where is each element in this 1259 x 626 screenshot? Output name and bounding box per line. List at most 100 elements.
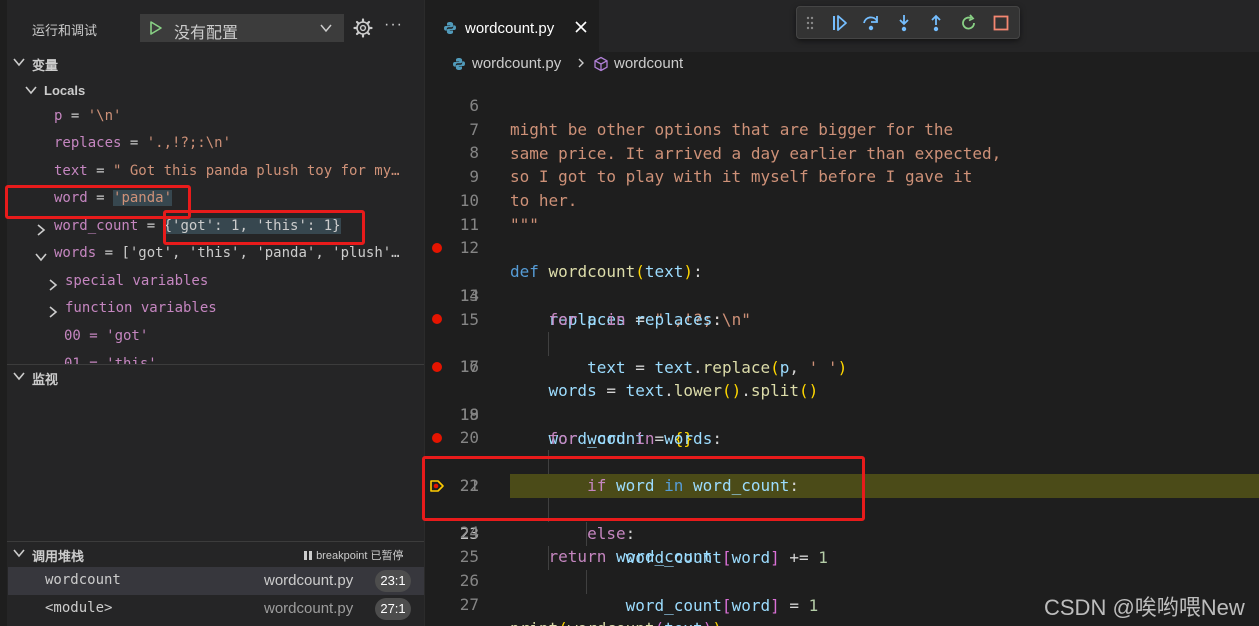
more-icon[interactable]: ···	[384, 16, 406, 38]
chevron-down-icon[interactable]	[34, 250, 48, 264]
step-out-icon[interactable]	[926, 13, 946, 33]
line-content: word_count[word] = 1	[625, 596, 819, 615]
variable-value: " Got this panda plush toy for my…	[113, 163, 400, 179]
frame-function: <module>	[45, 600, 113, 616]
list-item-00[interactable]: 00 = 'got'	[64, 328, 420, 352]
variable-row-text[interactable]: text = " Got this panda plush toy for my…	[54, 163, 420, 187]
tab-wordcount-py[interactable]: wordcount.py	[425, 0, 599, 52]
pause-icon	[304, 551, 312, 560]
chevron-right-icon[interactable]	[46, 278, 60, 292]
code-line: 25	[425, 521, 1259, 566]
watch-label: 监视	[32, 372, 59, 387]
variable-row-words[interactable]: words = ['got', 'this', 'panda', 'plush'…	[34, 245, 420, 269]
restart-icon[interactable]	[959, 13, 979, 33]
special-variables-node[interactable]: special variables	[46, 273, 420, 297]
variable-row-word[interactable]: word = 'panda'	[54, 190, 420, 214]
debug-sidebar: 运行和调试 没有配置 ··· 变量 Locals p = '\n' replac…	[0, 0, 424, 626]
code-line: 17	[425, 331, 1259, 376]
callstack-label: 调用堆栈	[32, 549, 85, 564]
chevron-down-icon	[13, 372, 25, 381]
chevron-down-icon	[13, 58, 25, 67]
chevron-right-icon[interactable]	[34, 223, 48, 237]
variable-name: word	[54, 190, 88, 206]
variable-separator: =	[87, 163, 114, 179]
breakpoint-icon[interactable]	[432, 314, 442, 324]
code-line: 19 for word in words:	[425, 379, 1259, 448]
pause-status-text: breakpoint 已暂停	[316, 550, 404, 562]
current-execution-icon[interactable]	[429, 478, 445, 494]
editor-area: wordcount.py wordcount.py wordcount 6 mi…	[425, 0, 1259, 626]
python-file-icon	[444, 22, 456, 34]
callstack-frame[interactable]: wordcount wordcount.py 23:1	[8, 567, 424, 595]
section-divider	[7, 364, 424, 365]
locals-scope[interactable]: Locals	[8, 80, 424, 102]
variable-name: replaces	[54, 135, 122, 151]
tab-bar: wordcount.py	[425, 0, 1259, 52]
breakpoint-icon[interactable]	[432, 243, 442, 253]
variables-label: 变量	[32, 58, 59, 73]
frame-file: wordcount.py	[264, 600, 354, 617]
debug-header: 运行和调试 没有配置 ···	[0, 0, 424, 56]
special-variables-label: special variables	[65, 273, 209, 289]
continue-icon[interactable]	[829, 13, 849, 33]
code-line: 11	[425, 189, 1259, 234]
play-icon[interactable]	[148, 20, 164, 36]
code-line: 22 else:	[425, 450, 1259, 543]
variable-value: '\n'	[87, 108, 122, 124]
callstack-section-header[interactable]: 调用堆栈 breakpoint 已暂停	[8, 543, 424, 565]
gear-icon[interactable]	[352, 17, 374, 39]
code-line: 9 to her.	[425, 141, 1259, 210]
code-line: 26	[425, 545, 1259, 590]
code-line: 8 so I got to play with it myself before…	[425, 117, 1259, 186]
variable-value: '.,!?;:\n'	[146, 135, 232, 151]
variable-separator: =	[87, 190, 114, 206]
code-line: 18 word_count = {}	[425, 355, 1259, 448]
section-divider	[7, 541, 424, 542]
frame-position-badge: 27:1	[375, 598, 411, 620]
breakpoint-icon[interactable]	[432, 362, 442, 372]
chevron-down-icon	[320, 24, 332, 33]
step-into-icon[interactable]	[894, 13, 914, 33]
code-line-current: 23 word_count[word] = 1	[425, 474, 1259, 615]
variable-row-replaces[interactable]: replaces = '.,!?;:\n'	[54, 135, 420, 159]
breakpoint-icon[interactable]	[432, 433, 442, 443]
code-line: 6 might be other options that are bigger…	[425, 70, 1259, 139]
function-variables-node[interactable]: function variables	[46, 300, 420, 324]
watch-section-header[interactable]: 监视	[8, 366, 424, 388]
variable-separator: =	[121, 135, 147, 151]
frame-function: wordcount	[45, 572, 121, 588]
list-item-value: 00 = 'got'	[64, 328, 149, 344]
code-line: 10 """	[425, 165, 1259, 234]
close-icon[interactable]	[573, 19, 589, 35]
code-editor[interactable]: 6 might be other options that are bigger…	[425, 70, 1259, 626]
python-file-icon	[453, 58, 465, 70]
callstack-frame[interactable]: <module> wordcount.py 27:1	[8, 595, 424, 623]
variable-separator: =	[138, 218, 164, 234]
chevron-down-icon	[13, 549, 25, 558]
locals-label: Locals	[44, 83, 86, 98]
code-line: 21 word_count[word] += 1	[425, 426, 1259, 567]
variable-row-word-count[interactable]: word_count = {'got': 1, 'this': 1}	[34, 218, 420, 242]
tab-label: wordcount.py	[465, 20, 555, 37]
variable-name: word_count	[54, 218, 139, 234]
pause-status: breakpoint 已暂停	[303, 547, 404, 563]
debug-toolbar	[796, 6, 1020, 39]
code-line: 14 for p in replaces:	[425, 260, 1259, 329]
code-line: 20 if word in word_count:	[425, 402, 1259, 495]
step-over-icon[interactable]	[861, 13, 881, 33]
variable-value: ['got', 'this', 'panda', 'plush'…	[121, 245, 400, 261]
list-item-01[interactable]: 01 = 'this'	[64, 356, 420, 364]
variable-row-p[interactable]: p = '\n'	[54, 108, 420, 132]
variable-name: words	[54, 245, 97, 261]
stop-icon[interactable]	[991, 13, 1011, 33]
launch-config-value: 没有配置	[174, 25, 239, 42]
chevron-down-icon	[25, 86, 37, 95]
variables-section-header[interactable]: 变量	[8, 52, 424, 74]
code-line: 24 return word_count	[425, 497, 1259, 566]
variable-separator: =	[62, 108, 88, 124]
launch-config-select[interactable]: 没有配置	[140, 14, 344, 42]
line-content: print(wordcount(text))	[510, 617, 722, 626]
code-line: 7 same price. It arrived a day earlier t…	[425, 94, 1259, 163]
drag-handle-icon[interactable]	[805, 13, 815, 33]
chevron-right-icon[interactable]	[46, 305, 60, 319]
